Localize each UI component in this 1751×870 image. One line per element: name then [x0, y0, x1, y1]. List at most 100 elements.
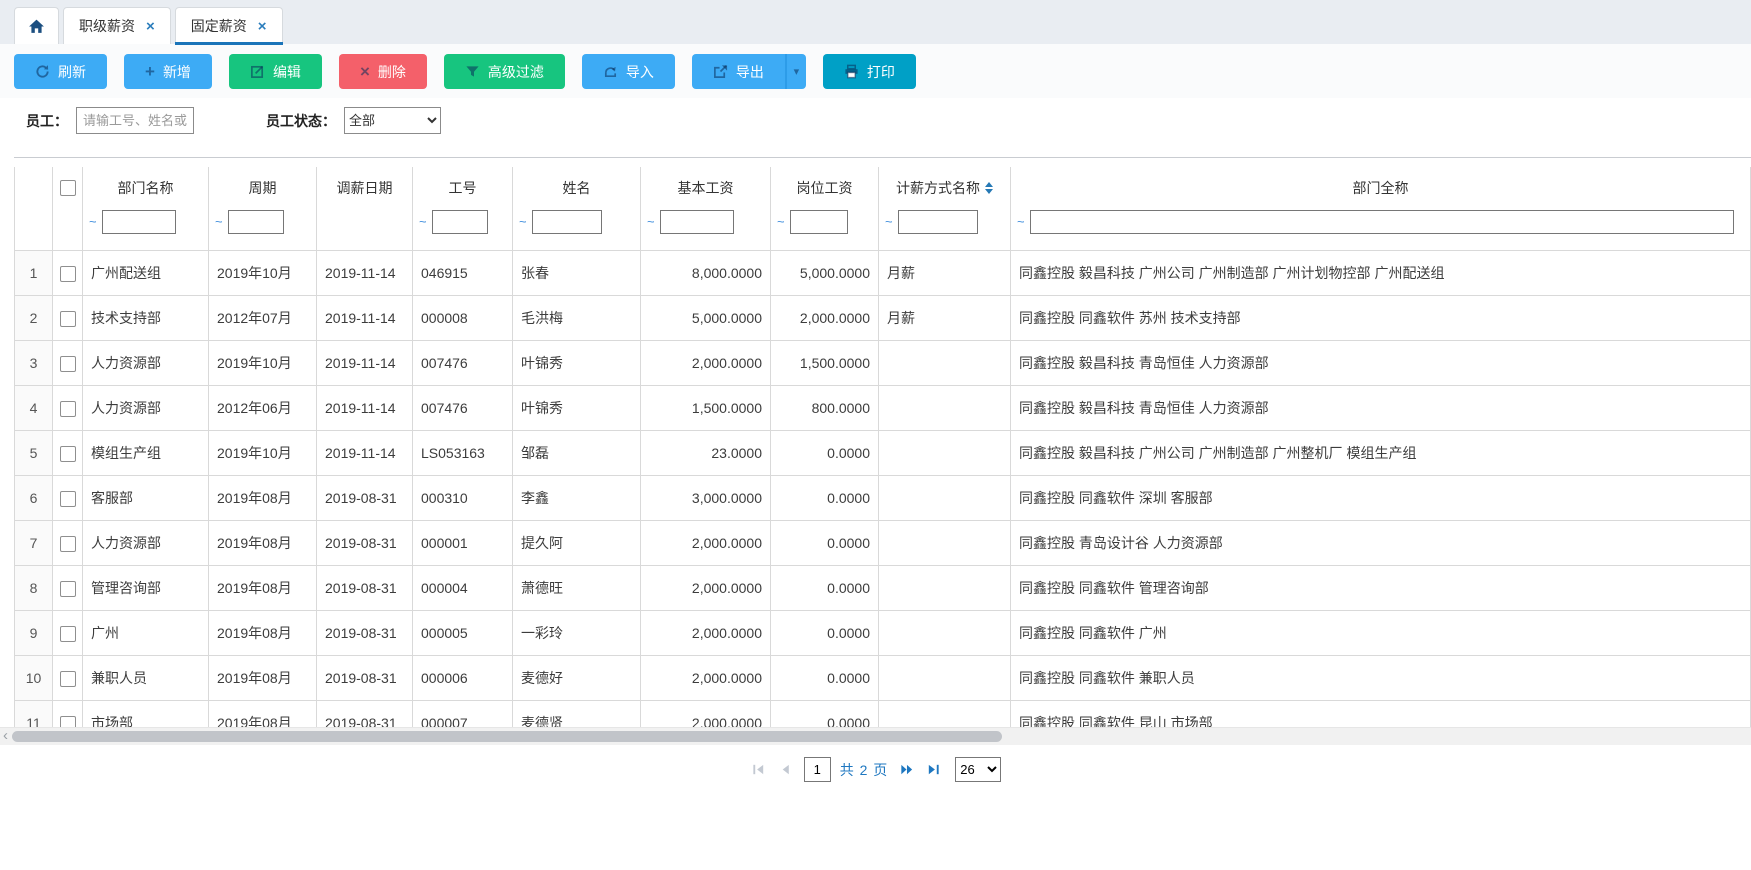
filter-input-post-salary[interactable] — [790, 210, 848, 234]
employee-search-input[interactable] — [76, 107, 194, 134]
column-header-post-salary[interactable]: 岗位工资 ~ — [771, 167, 879, 251]
column-header-name[interactable]: 姓名 ~ — [513, 167, 641, 251]
row-checkbox[interactable] — [60, 266, 76, 282]
column-header-period[interactable]: 周期 ~ — [209, 167, 317, 251]
close-icon[interactable]: × — [258, 19, 267, 34]
cell-pay-method — [879, 431, 1011, 476]
export-dropdown-button[interactable]: ▾ — [785, 54, 806, 89]
table-row[interactable]: 5 模组生产组 2019年10月 2019-11-14 LS053163 邹磊 … — [15, 431, 1751, 476]
filter-input-dept-full[interactable] — [1030, 210, 1734, 234]
column-header-pay-method[interactable]: 计薪方式名称 ~ — [879, 167, 1011, 251]
select-all-checkbox[interactable] — [60, 180, 76, 196]
cell-name: 毛洪梅 — [513, 296, 641, 341]
refresh-button[interactable]: 刷新 — [14, 54, 107, 89]
filter-input-period[interactable] — [228, 210, 284, 234]
cell-base-salary: 2,000.0000 — [641, 521, 771, 566]
row-checkbox[interactable] — [60, 536, 76, 552]
edit-button[interactable]: 编辑 — [229, 54, 322, 89]
filter-input-pay-method[interactable] — [898, 210, 978, 234]
page-size-select[interactable]: 26 — [955, 757, 1001, 782]
cell-name: 萧德旺 — [513, 566, 641, 611]
table-row[interactable]: 7 人力资源部 2019年08月 2019-08-31 000001 提久阿 2… — [15, 521, 1751, 566]
cell-base-salary: 23.0000 — [641, 431, 771, 476]
row-checkbox[interactable] — [60, 626, 76, 642]
employee-status-select[interactable]: 全部 — [344, 107, 441, 134]
table-row[interactable]: 11 市场部 2019年08月 2019-08-31 000007 麦德贤 2,… — [15, 701, 1751, 728]
cell-date: 2019-08-31 — [317, 701, 413, 728]
sort-icon[interactable] — [985, 182, 993, 194]
table-row[interactable]: 8 管理咨询部 2019年08月 2019-08-31 000004 萧德旺 2… — [15, 566, 1751, 611]
column-header-base-salary[interactable]: 基本工资 ~ — [641, 167, 771, 251]
header-row: 部门名称 ~ 周期 ~ 调薪日期 工号 ~ 姓名 ~ — [15, 167, 1751, 251]
cell-base-salary: 8,000.0000 — [641, 251, 771, 296]
advanced-filter-button[interactable]: 高级过滤 — [444, 54, 565, 89]
column-header-dept-full[interactable]: 部门全称 ~ — [1011, 167, 1751, 251]
cell-emp-no: 000310 — [413, 476, 513, 521]
row-checkbox[interactable] — [60, 446, 76, 462]
column-header-dept[interactable]: 部门名称 ~ — [83, 167, 209, 251]
cell-date: 2019-08-31 — [317, 566, 413, 611]
cell-emp-no: 000005 — [413, 611, 513, 656]
cell-dept-full: 同鑫控股 毅昌科技 青岛恒佳 人力资源部 — [1011, 386, 1751, 431]
cell-name: 李鑫 — [513, 476, 641, 521]
cell-emp-no: 000004 — [413, 566, 513, 611]
add-button[interactable]: + 新增 — [124, 54, 212, 89]
cell-pay-method — [879, 611, 1011, 656]
row-checkbox[interactable] — [60, 491, 76, 507]
table-row[interactable]: 6 客服部 2019年08月 2019-08-31 000310 李鑫 3,00… — [15, 476, 1751, 521]
row-number: 2 — [15, 296, 53, 341]
import-button[interactable]: 导入 — [582, 54, 675, 89]
prev-page-button[interactable] — [777, 761, 795, 779]
filter-input-name[interactable] — [532, 210, 602, 234]
column-header-emp-no[interactable]: 工号 ~ — [413, 167, 513, 251]
table-row[interactable]: 1 广州配送组 2019年10月 2019-11-14 046915 张春 8,… — [15, 251, 1751, 296]
row-number: 3 — [15, 341, 53, 386]
table-row[interactable]: 3 人力资源部 2019年10月 2019-11-14 007476 叶锦秀 2… — [15, 341, 1751, 386]
cell-post-salary: 800.0000 — [771, 386, 879, 431]
table-row[interactable]: 4 人力资源部 2012年06月 2019-11-14 007476 叶锦秀 1… — [15, 386, 1751, 431]
tab-grade-salary[interactable]: 职级薪资 × — [63, 7, 171, 44]
cell-dept-full: 同鑫控股 毅昌科技 青岛恒佳 人力资源部 — [1011, 341, 1751, 386]
export-button[interactable]: 导出 — [692, 54, 785, 89]
scroll-left-icon[interactable]: ‹ — [3, 727, 8, 744]
close-icon[interactable]: × — [146, 19, 155, 34]
table-row[interactable]: 2 技术支持部 2012年07月 2019-11-14 000008 毛洪梅 5… — [15, 296, 1751, 341]
page-input[interactable] — [804, 757, 831, 782]
next-page-button[interactable] — [897, 761, 915, 779]
column-header-adjust-date[interactable]: 调薪日期 — [317, 167, 413, 251]
employee-status-label: 员工状态： — [266, 111, 336, 131]
row-checkbox[interactable] — [60, 581, 76, 597]
cell-period: 2012年06月 — [209, 386, 317, 431]
filter-input-emp-no[interactable] — [432, 210, 488, 234]
cell-dept: 客服部 — [83, 476, 209, 521]
cell-name: 张春 — [513, 251, 641, 296]
delete-icon: × — [360, 63, 370, 80]
row-checkbox[interactable] — [60, 401, 76, 417]
cell-dept: 市场部 — [83, 701, 209, 728]
cell-dept: 管理咨询部 — [83, 566, 209, 611]
cell-base-salary: 2,000.0000 — [641, 701, 771, 728]
tab-home[interactable] — [14, 7, 59, 44]
table-row[interactable]: 9 广州 2019年08月 2019-08-31 000005 一彩玲 2,00… — [15, 611, 1751, 656]
tab-fixed-salary[interactable]: 固定薪资 × — [175, 7, 283, 44]
scrollbar-thumb[interactable] — [12, 731, 1002, 742]
cell-dept-full: 同鑫控股 同鑫软件 管理咨询部 — [1011, 566, 1751, 611]
tilde-label: ~ — [89, 210, 97, 234]
cell-date: 2019-11-14 — [317, 251, 413, 296]
filter-input-dept[interactable] — [102, 210, 176, 234]
cell-date: 2019-11-14 — [317, 341, 413, 386]
cell-emp-no: 046915 — [413, 251, 513, 296]
row-checkbox[interactable] — [60, 671, 76, 687]
table-row[interactable]: 10 兼职人员 2019年08月 2019-08-31 000006 麦德好 2… — [15, 656, 1751, 701]
first-page-button[interactable] — [750, 761, 768, 779]
filter-input-base-salary[interactable] — [660, 210, 734, 234]
cell-date: 2019-08-31 — [317, 521, 413, 566]
row-checkbox[interactable] — [60, 311, 76, 327]
row-number: 1 — [15, 251, 53, 296]
row-checkbox[interactable] — [60, 716, 76, 727]
last-page-button[interactable] — [924, 761, 942, 779]
delete-button[interactable]: × 删除 — [339, 54, 427, 89]
print-button[interactable]: 打印 — [823, 54, 916, 89]
row-checkbox[interactable] — [60, 356, 76, 372]
cell-name: 麦德贤 — [513, 701, 641, 728]
